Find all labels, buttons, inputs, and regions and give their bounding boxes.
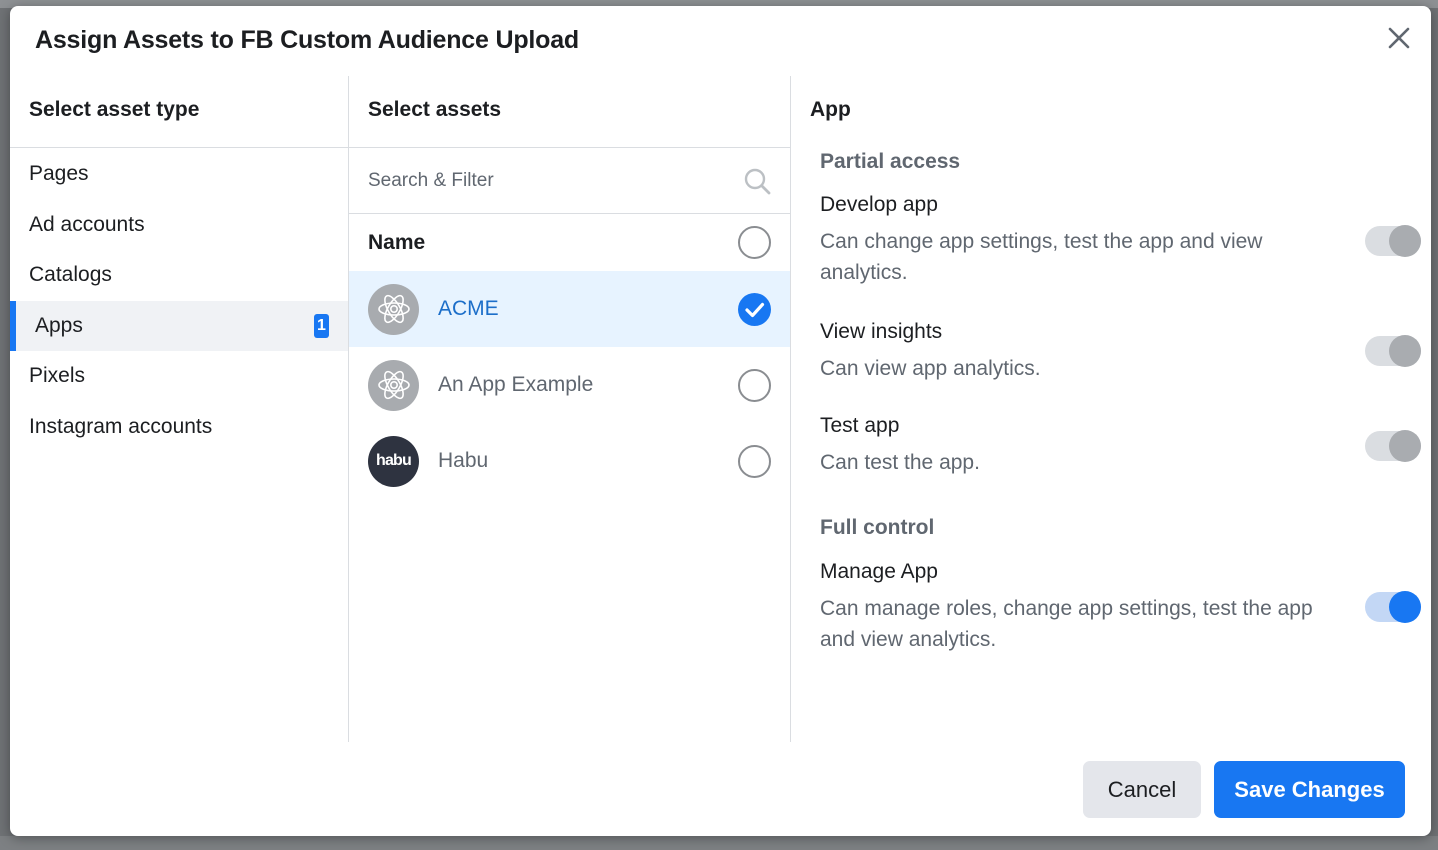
search-bar [349, 148, 790, 214]
permission-title: View insights [820, 320, 943, 343]
asset-type-apps[interactable]: Apps 1 [10, 300, 348, 351]
permission-description: Can view app analytics. [820, 357, 1041, 380]
asset-checkbox-checked[interactable] [738, 292, 771, 326]
permission-develop-app: Develop app Can change app settings, tes… [820, 193, 1360, 288]
full-control-title: Full control [820, 516, 935, 539]
name-column-header: Name [349, 214, 790, 271]
permission-title: Develop app [820, 193, 938, 216]
asset-type-label: Ad accounts [29, 212, 145, 236]
asset-checkbox[interactable] [738, 368, 771, 402]
asset-type-header: Select asset type [10, 76, 348, 148]
manage-app-toggle[interactable] [1365, 591, 1421, 623]
permission-view-insights: View insights Can view app analytics. [820, 320, 1360, 384]
develop-app-toggle[interactable] [1365, 225, 1421, 257]
permission-title: Test app [820, 414, 900, 437]
test-app-toggle[interactable] [1365, 430, 1421, 462]
toggle-knob [1389, 225, 1421, 257]
permissions-header: App [810, 98, 851, 121]
asset-type-column: Select asset type Pages Ad accounts Cata… [10, 76, 349, 742]
backdrop-bottom [0, 836, 1438, 850]
permissions-column: App Partial access Develop app Can chang… [791, 76, 1431, 742]
view-insights-toggle[interactable] [1365, 335, 1421, 367]
asset-type-instagram-accounts[interactable]: Instagram accounts [10, 402, 348, 453]
app-atom-icon [368, 283, 419, 335]
permission-description: Can test the app. [820, 451, 980, 474]
asset-type-ad-accounts[interactable]: Ad accounts [10, 200, 348, 251]
partial-access-title: Partial access [820, 150, 961, 173]
toggle-knob [1389, 591, 1421, 623]
select-all-radio[interactable] [738, 226, 771, 259]
assign-assets-dialog: Assign Assets to FB Custom Audience Uplo… [10, 6, 1431, 836]
permission-test-app: Test app Can test the app. [820, 414, 1360, 478]
permission-manage-app: Manage App Can manage roles, change app … [820, 560, 1360, 655]
toggle-knob [1389, 430, 1421, 462]
asset-type-label: Pages [29, 162, 89, 186]
assets-column: Select assets Name [349, 76, 791, 742]
permission-description: Can change app settings, test the app an… [820, 230, 1263, 284]
asset-name: Habu [438, 449, 489, 472]
save-changes-button[interactable]: Save Changes [1214, 761, 1405, 818]
asset-type-label: Instagram accounts [29, 414, 213, 438]
name-column-label: Name [368, 230, 426, 254]
habu-logo-text: habu [375, 452, 412, 469]
asset-name: ACME [438, 297, 499, 320]
asset-type-label: Catalogs [29, 263, 112, 287]
asset-row-an-app-example[interactable]: An App Example [349, 347, 790, 423]
app-atom-icon [368, 359, 419, 411]
habu-logo-icon: habu [368, 435, 419, 487]
search-input[interactable] [368, 169, 708, 192]
asset-type-label: Apps [35, 313, 83, 337]
toggle-knob [1389, 335, 1421, 367]
assets-header: Select assets [349, 76, 790, 148]
asset-row-acme[interactable]: ACME [349, 271, 790, 347]
asset-row-habu[interactable]: habu Habu [349, 423, 790, 499]
asset-type-label: Pixels [29, 364, 86, 388]
asset-type-pages[interactable]: Pages [10, 149, 348, 200]
close-icon [1385, 24, 1413, 52]
asset-name: An App Example [438, 373, 594, 396]
dialog-title: Assign Assets to FB Custom Audience Uplo… [35, 26, 579, 54]
cancel-button[interactable]: Cancel [1083, 761, 1201, 818]
search-icon[interactable] [742, 166, 772, 196]
permission-title: Manage App [820, 560, 938, 583]
permission-description: Can manage roles, change app settings, t… [820, 597, 1313, 651]
asset-type-pixels[interactable]: Pixels [10, 351, 348, 402]
count-badge: 1 [314, 313, 329, 338]
asset-checkbox[interactable] [738, 444, 771, 478]
asset-type-catalogs[interactable]: Catalogs [10, 250, 348, 301]
close-button[interactable] [1385, 24, 1413, 52]
